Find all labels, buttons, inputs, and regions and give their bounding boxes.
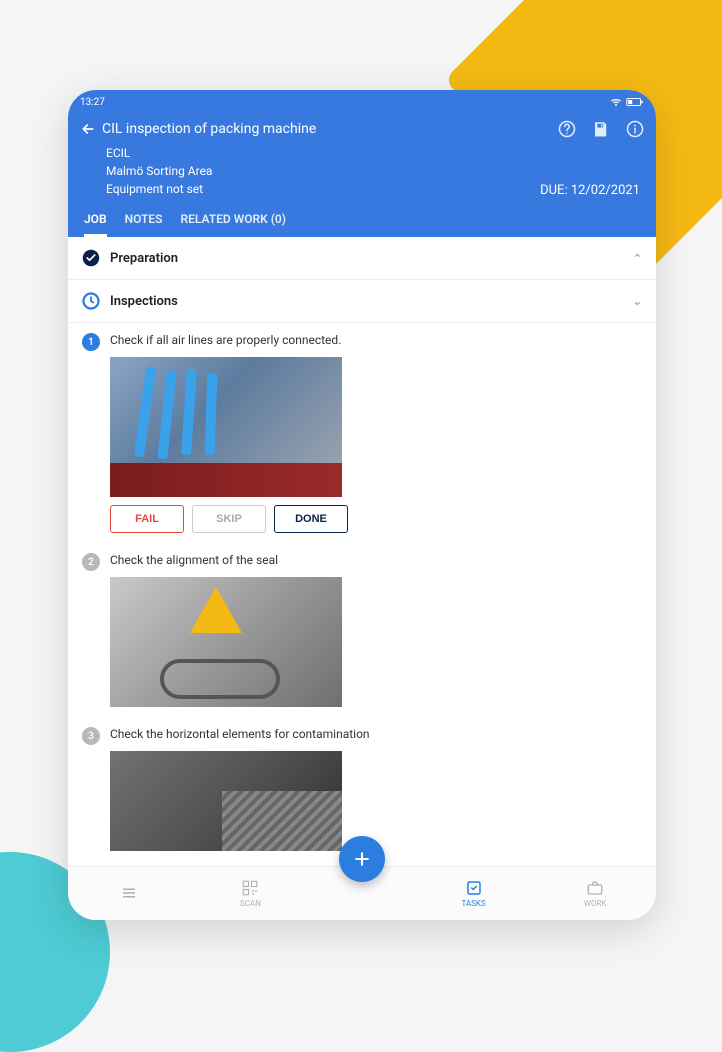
info-icon[interactable] [626, 120, 644, 138]
status-indicators [610, 97, 644, 107]
status-bar: 13:27 [68, 90, 656, 112]
app-header: CIL inspection of packing machine ECIL M… [68, 112, 656, 237]
meta-code: ECIL [106, 144, 212, 162]
clock-icon [82, 292, 100, 310]
step-text: Check the alignment of the seal [110, 553, 642, 571]
tab-related-work[interactable]: RELATED WORK (0) [180, 212, 285, 237]
tab-notes[interactable]: NOTES [125, 212, 163, 237]
back-button[interactable] [80, 121, 96, 137]
header-meta: ECIL Malmö Sorting Area Equipment not se… [106, 144, 212, 198]
meta-location: Malmö Sorting Area [106, 162, 212, 180]
nav-label: WORK [584, 899, 607, 908]
step-image[interactable] [110, 357, 342, 497]
page-title: CIL inspection of packing machine [102, 121, 552, 137]
header-tabs: JOB NOTES RELATED WORK (0) [80, 202, 644, 237]
meta-equipment: Equipment not set [106, 180, 212, 198]
status-time: 13:27 [80, 97, 105, 108]
inspection-step: 1 Check if all air lines are properly co… [68, 323, 656, 351]
step-number-badge: 3 [82, 727, 100, 745]
check-circle-icon [82, 249, 100, 267]
main-content: Preparation ⌃ Inspections ⌄ 1 Check if a… [68, 237, 656, 866]
step-text: Check if all air lines are properly conn… [110, 333, 642, 351]
help-icon[interactable] [558, 120, 576, 138]
nav-work[interactable]: WORK [565, 879, 625, 908]
step-number-badge: 2 [82, 553, 100, 571]
step-image[interactable] [110, 577, 342, 707]
chevron-down-icon: ⌄ [633, 295, 642, 308]
tasks-icon [465, 879, 483, 897]
battery-icon [626, 97, 644, 107]
briefcase-icon [586, 879, 604, 897]
tab-job[interactable]: JOB [84, 212, 107, 237]
inspection-step: 3 Check the horizontal elements for cont… [68, 717, 656, 745]
nav-label: TASKS [461, 899, 485, 908]
inspection-step: 2 Check the alignment of the seal [68, 543, 656, 571]
qr-icon [241, 879, 259, 897]
done-button[interactable]: DONE [274, 505, 348, 533]
save-icon[interactable] [592, 120, 610, 138]
skip-button[interactable]: SKIP [192, 505, 266, 533]
due-date: DUE: 12/02/2021 [540, 183, 644, 198]
nav-tasks[interactable]: TASKS [444, 879, 504, 908]
warning-sign-icon [190, 587, 242, 633]
step-text: Check the horizontal elements for contam… [110, 727, 642, 745]
section-preparation[interactable]: Preparation ⌃ [68, 237, 656, 280]
section-inspections[interactable]: Inspections ⌄ [68, 280, 656, 323]
tablet-frame: 13:27 CIL inspection of packing machine [68, 90, 656, 920]
section-label: Preparation [110, 251, 623, 266]
step-actions: FAIL SKIP DONE [110, 505, 656, 533]
section-label: Inspections [110, 294, 623, 309]
chevron-up-icon: ⌃ [633, 252, 642, 265]
nav-scan[interactable]: SCAN [220, 879, 280, 908]
step-image[interactable] [110, 751, 342, 851]
nav-label: SCAN [240, 899, 261, 908]
wifi-icon [610, 97, 622, 107]
fail-button[interactable]: FAIL [110, 505, 184, 533]
nav-menu[interactable] [99, 884, 159, 904]
menu-icon [120, 884, 138, 902]
add-fab-button[interactable] [339, 836, 385, 882]
step-number-badge: 1 [82, 333, 100, 351]
